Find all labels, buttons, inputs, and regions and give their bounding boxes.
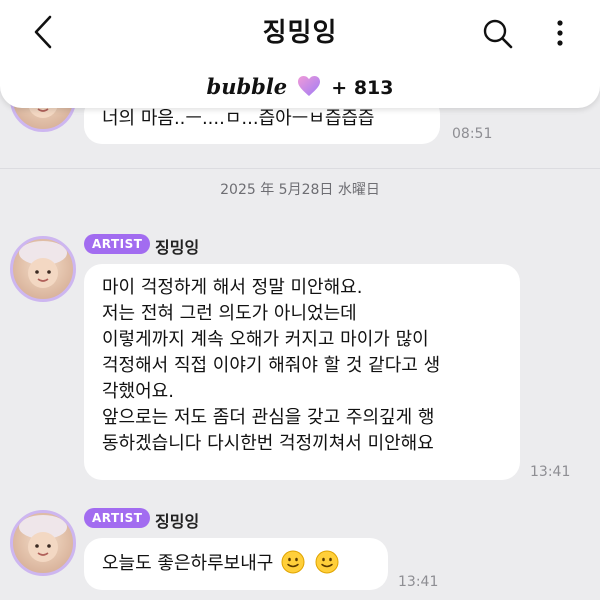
brand-logo: bubble xyxy=(206,74,288,99)
message-line: 동하겠습니다 다시한번 걱정끼쳐서 미안해요 xyxy=(102,433,434,454)
message-bubble[interactable]: 마이 걱정하게 해서 정말 미안해요. 저는 전혀 그런 의도가 아니었는데 이… xyxy=(84,264,520,480)
message-line: 이렇게까지 계속 오해가 커지고 마이가 많이 xyxy=(102,329,429,350)
subscription-info: bubble + 813 xyxy=(0,74,600,102)
sender-name: 징밍잉 xyxy=(155,512,200,531)
message-bubble[interactable]: 오늘도 좋은하루보내구 xyxy=(84,538,388,590)
message-line: 마이 걱정하게 해서 정말 미안해요. xyxy=(102,277,363,298)
subscriber-count: + 813 xyxy=(331,77,394,99)
message-line: 각했어요. xyxy=(102,381,174,402)
avatar[interactable] xyxy=(10,510,76,576)
message-text: 너의 마음..ㅡ....ㅁ...즙아ㅡㅂ즙즙즙 xyxy=(102,108,375,129)
artist-badge: ARTIST xyxy=(84,234,151,254)
message-time: 08:51 xyxy=(452,126,493,142)
search-button[interactable] xyxy=(480,16,516,52)
smiley-emoji xyxy=(281,550,305,582)
sender-name: 징밍잉 xyxy=(155,238,200,257)
artist-badge: ARTIST xyxy=(84,508,151,528)
message-time: 13:41 xyxy=(530,464,571,480)
more-vertical-icon xyxy=(557,20,563,46)
smiley-emoji xyxy=(315,550,339,582)
avatar[interactable] xyxy=(10,236,76,302)
heart-icon xyxy=(297,75,321,102)
message-line: 앞으로는 저도 좀더 관심을 갖고 주의깊게 행 xyxy=(102,407,435,428)
message-text: 오늘도 좋은하루보내구 xyxy=(102,553,274,574)
chat-header: 징밍잉 bubble + 813 xyxy=(0,0,600,108)
message-time: 13:41 xyxy=(398,574,439,590)
divider xyxy=(0,168,600,169)
search-icon xyxy=(483,19,513,49)
date-separator: 2025 年 5月28日 水曜日 xyxy=(220,182,380,198)
message-line: 저는 전혀 그런 의도가 아니었는데 xyxy=(102,303,357,324)
message-line: 걱정해서 직접 이야기 해줘야 할 것 같다고 생 xyxy=(102,355,441,376)
more-button[interactable] xyxy=(548,16,572,52)
